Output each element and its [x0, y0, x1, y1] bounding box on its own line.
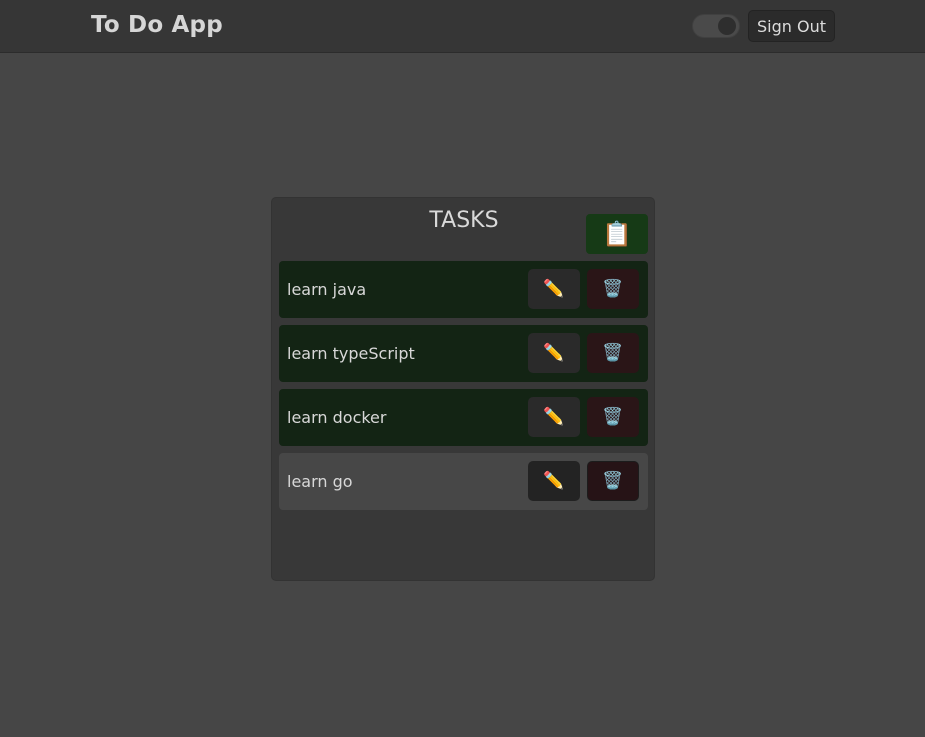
- trash-icon: 🗑️: [602, 471, 624, 490]
- trash-icon: 🗑️: [602, 407, 624, 426]
- tasks-panel: TASKS 📋 learn java ✏️ 🗑️ learn typeScrip…: [271, 197, 655, 581]
- toggle-knob: [718, 17, 736, 35]
- sign-out-button[interactable]: Sign Out: [748, 10, 835, 42]
- pencil-icon: ✏️: [543, 407, 565, 426]
- edit-task-button[interactable]: ✏️: [528, 461, 580, 501]
- add-task-button[interactable]: 📋: [586, 214, 648, 254]
- task-item[interactable]: learn go ✏️ 🗑️: [279, 453, 648, 510]
- task-label: learn docker: [287, 408, 387, 427]
- edit-task-button[interactable]: ✏️: [528, 269, 580, 309]
- edit-task-button[interactable]: ✏️: [528, 333, 580, 373]
- delete-task-button[interactable]: 🗑️: [587, 333, 639, 373]
- delete-task-button[interactable]: 🗑️: [587, 269, 639, 309]
- theme-toggle[interactable]: [692, 14, 740, 38]
- pencil-icon: ✏️: [543, 343, 565, 362]
- trash-icon: 🗑️: [602, 343, 624, 362]
- task-label: learn typeScript: [287, 344, 415, 363]
- delete-task-button[interactable]: 🗑️: [587, 461, 639, 501]
- pencil-icon: ✏️: [543, 279, 565, 298]
- task-item[interactable]: learn java ✏️ 🗑️: [279, 261, 648, 318]
- delete-task-button[interactable]: 🗑️: [587, 397, 639, 437]
- edit-task-button[interactable]: ✏️: [528, 397, 580, 437]
- task-item[interactable]: learn docker ✏️ 🗑️: [279, 389, 648, 446]
- app-title: To Do App: [91, 12, 223, 38]
- pencil-icon: ✏️: [543, 471, 565, 490]
- clipboard-icon: 📋: [602, 220, 632, 248]
- task-item[interactable]: learn typeScript ✏️ 🗑️: [279, 325, 648, 382]
- task-label: learn go: [287, 472, 353, 491]
- navbar: To Do App Sign Out: [0, 0, 925, 53]
- task-label: learn java: [287, 280, 367, 299]
- trash-icon: 🗑️: [602, 279, 624, 298]
